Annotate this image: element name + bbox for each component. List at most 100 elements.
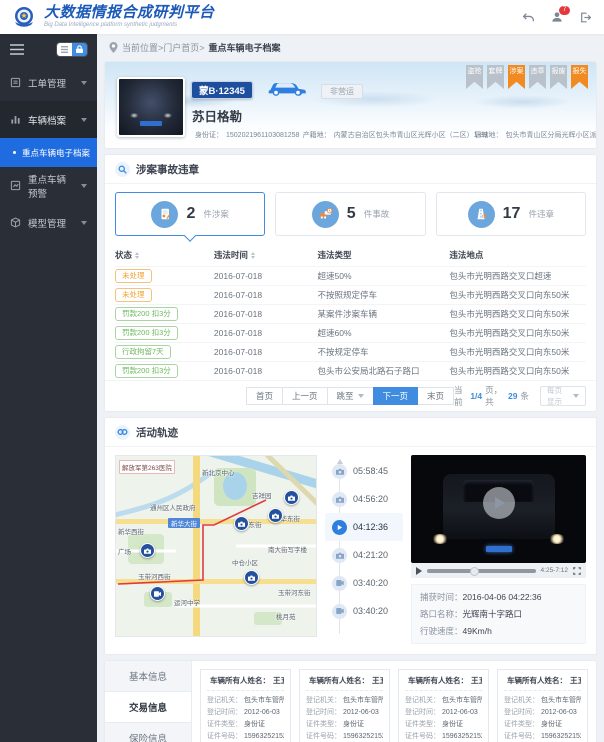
camera-marker[interactable] bbox=[244, 570, 259, 585]
violations-table: 状态 违法时间 违法类型 违法地点 未处理 2016-07-018 超速50% … bbox=[115, 244, 586, 380]
map-label: 新华西街 bbox=[118, 526, 144, 536]
jurisdiction-value: 包头市青山区分局光辉小区派出所 bbox=[506, 130, 597, 140]
owner-card[interactable]: 车辆所有人姓名：王五 登记机关：包头市车管所 登记时间：2012-06-03 证… bbox=[299, 669, 390, 742]
seek-knob[interactable] bbox=[470, 567, 479, 576]
jump-page-select[interactable]: 跳至 bbox=[327, 387, 374, 405]
accidents-unit: 件事故 bbox=[364, 208, 390, 220]
col-status[interactable]: 状态 bbox=[115, 249, 132, 261]
status-badge: 罚款200 扣3分 bbox=[115, 326, 178, 339]
last-page-button[interactable]: 末页 bbox=[417, 387, 454, 405]
seek-bar[interactable] bbox=[427, 569, 536, 573]
owner-card[interactable]: 车辆所有人姓名：王五 登记机关：包头市车管所 登记时间：2012-06-03 证… bbox=[200, 669, 291, 742]
cases-unit: 件涉案 bbox=[203, 208, 229, 220]
location-pin-icon bbox=[109, 42, 118, 53]
col-type: 违法类型 bbox=[318, 249, 352, 261]
tab-basic-info[interactable]: 基本信息 bbox=[105, 661, 191, 692]
table-row[interactable]: 行政拘留7天 2016-07-018 不按规定停车 包头市光明西路交叉口向东50… bbox=[115, 342, 586, 361]
app-subtitle: Big Data Intelligence platform synthetic… bbox=[44, 22, 215, 29]
timeline-item[interactable]: 03:40:20 bbox=[325, 569, 403, 597]
play-button[interactable] bbox=[416, 567, 422, 575]
video-time: 4:25-7:12 bbox=[541, 567, 568, 574]
captured-time-label: 捕获时间： bbox=[420, 592, 463, 602]
pagination: 首页 上一页 跳至 下一页 末页 当前 1/4 页，共 29 条 每页显示 bbox=[105, 380, 596, 411]
view-mode-toggle[interactable] bbox=[57, 43, 87, 56]
first-page-button[interactable]: 首页 bbox=[246, 387, 283, 405]
play-overlay-button[interactable] bbox=[483, 487, 515, 519]
timeline-item[interactable]: 05:58:45 bbox=[325, 457, 403, 485]
logout-icon[interactable] bbox=[579, 11, 592, 24]
timeline-item-active[interactable]: 04:12:36 bbox=[325, 513, 403, 541]
timeline-item[interactable]: 04:21:20 bbox=[325, 541, 403, 569]
map-label: 桃月苑 bbox=[276, 611, 296, 621]
undo-icon[interactable] bbox=[522, 11, 535, 24]
breadcrumb-prefix[interactable]: 当前位置>门户首页> bbox=[122, 41, 205, 54]
video-marker[interactable] bbox=[150, 586, 165, 601]
timeline-item[interactable]: 03:40:20 bbox=[325, 597, 403, 625]
map-label: 吉祥园 bbox=[252, 490, 272, 500]
tab-insurance-info[interactable]: 保险信息 bbox=[105, 723, 191, 742]
stat-card-violations[interactable]: 17 件违章 bbox=[436, 192, 586, 236]
table-row[interactable]: 未处理 2016-07-018 不按照规定停车 包头市光明西路交叉口向东50米 bbox=[115, 285, 586, 304]
crossing-name-value: 光辉南十字路口 bbox=[463, 609, 523, 619]
fullscreen-icon[interactable] bbox=[573, 567, 581, 575]
vehicle-warning-icon bbox=[10, 180, 21, 191]
vehicle-photo[interactable] bbox=[117, 77, 185, 137]
info-tabs: 基本信息 交易信息 保险信息 bbox=[105, 661, 192, 742]
timeline-item[interactable]: 04:56:20 bbox=[325, 485, 403, 513]
col-location: 违法地点 bbox=[449, 249, 483, 261]
sidebar-subitem-label: 重点车辆电子档案 bbox=[22, 147, 90, 159]
sidebar-item-vehicle-warning[interactable]: 重点车辆预警 bbox=[0, 167, 97, 204]
sidebar-subitem-key-vehicle-archive[interactable]: 重点车辆电子档案 bbox=[0, 138, 97, 167]
video-icon bbox=[332, 576, 347, 591]
col-time[interactable]: 违法时间 bbox=[214, 249, 248, 261]
surveillance-video[interactable] bbox=[411, 455, 586, 563]
table-row[interactable]: 罚款200 扣3分 2016-07-018 某案件涉案车辆 包头市光明西路交叉口… bbox=[115, 304, 586, 323]
sidebar: 工单管理 车辆档案 重点车辆电子档案 重点车辆预警 模型管理 bbox=[0, 34, 97, 742]
sort-icon[interactable] bbox=[135, 252, 139, 259]
owner-name: 苏日格勒 bbox=[192, 106, 242, 125]
ribbon-tag-active: 报失 bbox=[571, 65, 588, 89]
list-view-toggle-icon[interactable] bbox=[57, 43, 72, 56]
owner-card[interactable]: 车辆所有人姓名：王五 登记机关：包头市车管所 登记时间：2012-06-03 证… bbox=[497, 669, 588, 742]
notification-user-icon[interactable]: 7 bbox=[550, 10, 564, 24]
license-plate-badge: 蒙B·12345 bbox=[191, 81, 253, 99]
violation-road-icon bbox=[468, 201, 495, 228]
sidebar-item-work-orders[interactable]: 工单管理 bbox=[0, 64, 97, 101]
next-page-button[interactable]: 下一页 bbox=[373, 387, 419, 405]
case-file-icon bbox=[151, 201, 178, 228]
capture-details: 捕获时间：2016-04-06 04:22:36 路口名称：光辉南十字路口 行驶… bbox=[411, 584, 586, 644]
sidebar-item-model-management[interactable]: 模型管理 bbox=[0, 204, 97, 241]
jurisdiction-group: 管辖地：包头市青山区分局光辉小区派出所 bbox=[472, 130, 591, 140]
stat-card-accidents[interactable]: 5 件事故 bbox=[275, 192, 425, 236]
car-icon bbox=[267, 80, 307, 96]
sidebar-item-label: 模型管理 bbox=[28, 216, 66, 230]
camera-marker[interactable] bbox=[234, 516, 249, 531]
origin-group: 产籍地：内蒙古自治区包头市青山区光辉小区（二区）1-89 bbox=[300, 130, 459, 140]
status-badge: 行政拘留7天 bbox=[115, 345, 171, 358]
map-label: 中仓小区 bbox=[232, 557, 258, 567]
sidebar-item-label: 重点车辆预警 bbox=[28, 172, 74, 200]
capture-timeline: 05:58:45 04:56:20 04:12:36 04:21:20 bbox=[325, 455, 403, 644]
chevron-down-icon bbox=[358, 394, 364, 398]
table-row[interactable]: 罚款200 扣3分 2016-07-018 包头市公安局北路石子路口 包头市光明… bbox=[115, 361, 586, 380]
hamburger-menu-icon[interactable] bbox=[10, 44, 24, 55]
sort-icon[interactable] bbox=[251, 252, 255, 259]
map[interactable]: 解放军第263医院 新北京中心 吉祥园 通州区人民政府 新华西街 华东街 新华东… bbox=[115, 455, 317, 637]
camera-marker[interactable] bbox=[140, 543, 155, 558]
tab-transaction-info[interactable]: 交易信息 bbox=[105, 692, 191, 723]
trajectory-section-title: 活动轨迹 bbox=[136, 425, 178, 440]
owner-cards: 车辆所有人姓名：王五 登记机关：包头市车管所 登记时间：2012-06-03 证… bbox=[192, 661, 596, 742]
table-row[interactable]: 罚款200 扣3分 2016-07-018 超速60% 包头市光明西路交叉口向东… bbox=[115, 323, 586, 342]
table-row[interactable]: 未处理 2016-07-018 超速50% 包头市光明西路交叉口超速 bbox=[115, 266, 586, 285]
prev-page-button[interactable]: 上一页 bbox=[282, 387, 328, 405]
sidebar-item-vehicle-archive[interactable]: 车辆档案 bbox=[0, 101, 97, 138]
camera-marker[interactable] bbox=[284, 490, 299, 505]
stat-card-cases[interactable]: 2 件涉案 bbox=[115, 192, 265, 236]
owner-card[interactable]: 车辆所有人姓名：王五 登记机关：包头市车管所 登记时间：2012-06-03 证… bbox=[398, 669, 489, 742]
lock-view-toggle-icon[interactable] bbox=[72, 43, 87, 56]
camera-marker[interactable] bbox=[268, 508, 283, 523]
police-emblem-logo bbox=[12, 5, 36, 29]
jurisdiction-label: 管辖地： bbox=[475, 130, 503, 140]
camera-icon bbox=[332, 492, 347, 507]
page-size-select[interactable]: 每页显示 bbox=[540, 386, 586, 406]
